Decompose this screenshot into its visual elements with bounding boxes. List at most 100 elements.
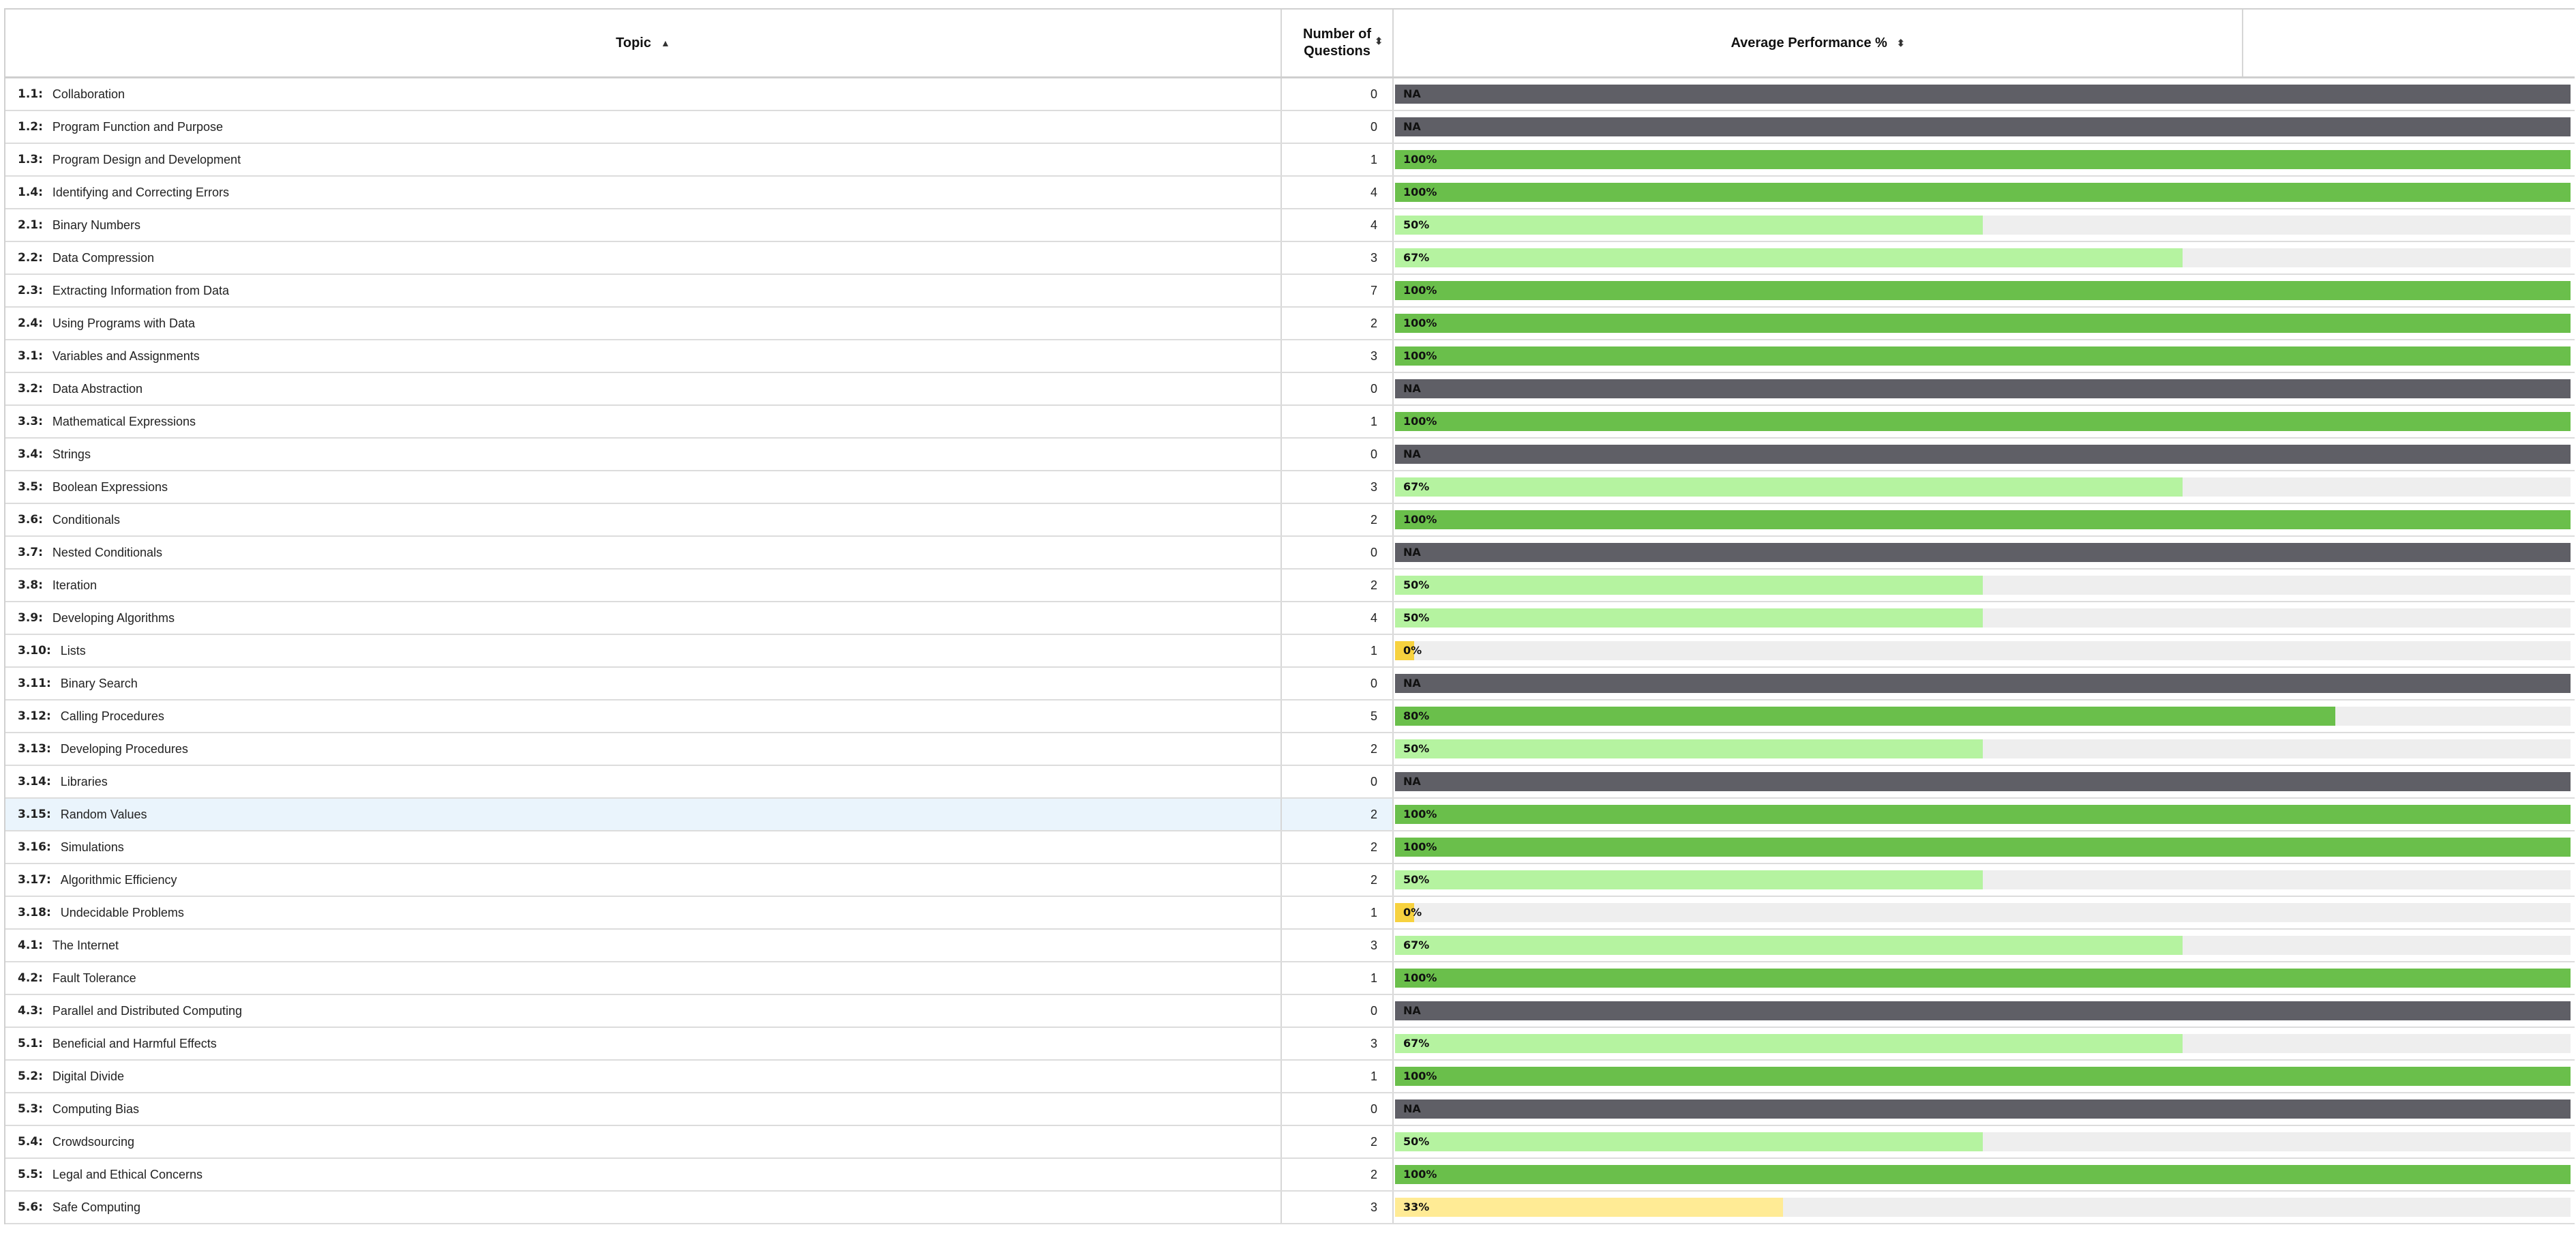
topic-code: 1.1: <box>18 87 43 101</box>
table-row[interactable]: 3.3: Mathematical Expressions 1 100% <box>5 406 2575 439</box>
performance-cell: 100% <box>1394 406 2575 437</box>
column-header-avg-performance[interactable]: Average Performance % ⬍ <box>1394 10 2575 76</box>
table-row[interactable]: 3.1: Variables and Assignments 3 100% <box>5 340 2575 373</box>
table-row[interactable]: 5.3: Computing Bias 0 NA <box>5 1093 2575 1126</box>
question-count: 0 <box>1282 766 1394 797</box>
performance-bar-fill <box>1395 543 2571 562</box>
topic-cell: 2.2: Data Compression <box>5 242 1282 274</box>
topic-cell: 3.17: Algorithmic Efficiency <box>5 864 1282 896</box>
performance-bar-fill <box>1395 1132 1983 1151</box>
question-count: 3 <box>1282 340 1394 372</box>
table-row[interactable]: 1.3: Program Design and Development 1 100% <box>5 144 2575 177</box>
topic-name: Digital Divide <box>52 1069 124 1083</box>
question-count: 5 <box>1282 700 1394 732</box>
topic-cell: 3.7: Nested Conditionals <box>5 537 1282 568</box>
topic-code: 3.16: <box>18 840 51 854</box>
table-row[interactable]: 3.7: Nested Conditionals 0 NA <box>5 537 2575 570</box>
table-row[interactable]: 5.5: Legal and Ethical Concerns 2 100% <box>5 1159 2575 1192</box>
table-row[interactable]: 3.6: Conditionals 2 100% <box>5 504 2575 537</box>
table-row[interactable]: 3.10: Lists 1 0% <box>5 635 2575 668</box>
performance-bar-fill <box>1395 608 1983 628</box>
table-row[interactable]: 2.2: Data Compression 3 67% <box>5 242 2575 275</box>
performance-bar-track: 67% <box>1395 248 2571 267</box>
topic-cell: 1.1: Collaboration <box>5 78 1282 110</box>
table-row[interactable]: 3.4: Strings 0 NA <box>5 439 2575 471</box>
topic-code: 3.10: <box>18 644 51 658</box>
table-row[interactable]: 1.4: Identifying and Correcting Errors 4 10… <box>5 177 2575 209</box>
table-row[interactable]: 4.2: Fault Tolerance 1 100% <box>5 962 2575 995</box>
table-row[interactable]: 1.1: Collaboration 0 NA <box>5 78 2575 111</box>
performance-label: 100% <box>1403 153 1437 166</box>
topic-name: Boolean Expressions <box>52 479 168 494</box>
performance-label: 100% <box>1403 284 1437 297</box>
performance-bar-fill <box>1395 379 2571 398</box>
table-row[interactable]: 1.2: Program Function and Purpose 0 NA <box>5 111 2575 144</box>
table-row[interactable]: 5.6: Safe Computing 3 33% <box>5 1192 2575 1224</box>
performance-cell: 100% <box>1394 831 2575 863</box>
topic-name: Random Values <box>60 807 147 821</box>
performance-label: 0% <box>1403 906 1422 919</box>
sort-asc-icon[interactable]: ▲ <box>661 38 670 48</box>
performance-label: NA <box>1403 382 1421 395</box>
performance-cell: NA <box>1394 995 2575 1027</box>
table-row[interactable]: 2.1: Binary Numbers 4 50% <box>5 209 2575 242</box>
table-header: Topic ▲ Number of Questions ⬍ Average Pe… <box>5 10 2575 78</box>
topic-name: Parallel and Distributed Computing <box>52 1003 243 1018</box>
performance-bar-track: NA <box>1395 1099 2571 1119</box>
performance-label: 67% <box>1403 251 1430 264</box>
performance-bar-track: 50% <box>1395 870 2571 889</box>
question-count: 1 <box>1282 144 1394 175</box>
table-body: 1.1: Collaboration 0 NA 1.2: Program Function… <box>5 78 2575 1224</box>
performance-cell: 100% <box>1394 962 2575 994</box>
table-row[interactable]: 3.15: Random Values 2 100% <box>5 799 2575 831</box>
table-row[interactable]: 3.11: Binary Search 0 NA <box>5 668 2575 700</box>
performance-label: 50% <box>1403 1135 1430 1148</box>
table-row[interactable]: 3.17: Algorithmic Efficiency 2 50% <box>5 864 2575 897</box>
topic-code: 5.4: <box>18 1135 43 1149</box>
topic-name: Extracting Information from Data <box>52 283 230 297</box>
table-row[interactable]: 4.3: Parallel and Distributed Computing 0 N… <box>5 995 2575 1028</box>
question-count: 1 <box>1282 897 1394 928</box>
performance-bar-fill <box>1395 117 2571 136</box>
table-row[interactable]: 3.14: Libraries 0 NA <box>5 766 2575 799</box>
table-row[interactable]: 3.9: Developing Algorithms 4 50% <box>5 602 2575 635</box>
column-header-topic[interactable]: Topic ▲ <box>5 10 1282 76</box>
performance-label: NA <box>1403 120 1421 133</box>
performance-label: 100% <box>1403 415 1437 428</box>
table-row[interactable]: 5.4: Crowdsourcing 2 50% <box>5 1126 2575 1159</box>
table-row[interactable]: 3.12: Calling Procedures 5 80% <box>5 700 2575 733</box>
performance-bar-track: 50% <box>1395 739 2571 758</box>
column-header-num-questions[interactable]: Number of Questions ⬍ <box>1282 10 1394 76</box>
performance-bar-track: 100% <box>1395 1165 2571 1184</box>
performance-cell: 100% <box>1394 799 2575 830</box>
topic-code: 5.6: <box>18 1200 43 1214</box>
performance-bar-track: NA <box>1395 379 2571 398</box>
topic-code: 1.4: <box>18 186 43 199</box>
table-row[interactable]: 3.8: Iteration 2 50% <box>5 570 2575 602</box>
table-row[interactable]: 5.2: Digital Divide 1 100% <box>5 1061 2575 1093</box>
performance-bar-track: 100% <box>1395 838 2571 857</box>
sort-icon[interactable]: ⬍ <box>1375 35 1383 47</box>
table-row[interactable]: 3.13: Developing Procedures 2 50% <box>5 733 2575 766</box>
table-row[interactable]: 5.1: Beneficial and Harmful Effects 3 67% <box>5 1028 2575 1061</box>
performance-cell: 50% <box>1394 733 2575 765</box>
performance-bar-track: 100% <box>1395 969 2571 988</box>
table-row[interactable]: 2.3: Extracting Information from Data 7 100… <box>5 275 2575 308</box>
table-row[interactable]: 3.16: Simulations 2 100% <box>5 831 2575 864</box>
table-row[interactable]: 3.2: Data Abstraction 0 NA <box>5 373 2575 406</box>
table-row[interactable]: 4.1: The Internet 3 67% <box>5 930 2575 962</box>
table-row[interactable]: 3.18: Undecidable Problems 1 0% <box>5 897 2575 930</box>
performance-bar-fill <box>1395 838 2571 857</box>
table-row[interactable]: 2.4: Using Programs with Data 2 100% <box>5 308 2575 340</box>
performance-cell: NA <box>1394 1093 2575 1125</box>
sort-icon[interactable]: ⬍ <box>1897 38 1905 49</box>
performance-bar-fill <box>1395 281 2571 300</box>
topic-code: 3.15: <box>18 808 51 821</box>
topic-cell: 3.5: Boolean Expressions <box>5 471 1282 503</box>
topic-code: 3.9: <box>18 611 43 625</box>
performance-cell: 100% <box>1394 177 2575 208</box>
topic-cell: 5.2: Digital Divide <box>5 1061 1282 1092</box>
table-row[interactable]: 3.5: Boolean Expressions 3 67% <box>5 471 2575 504</box>
topic-cell: 3.16: Simulations <box>5 831 1282 863</box>
performance-bar-fill <box>1395 805 2571 824</box>
